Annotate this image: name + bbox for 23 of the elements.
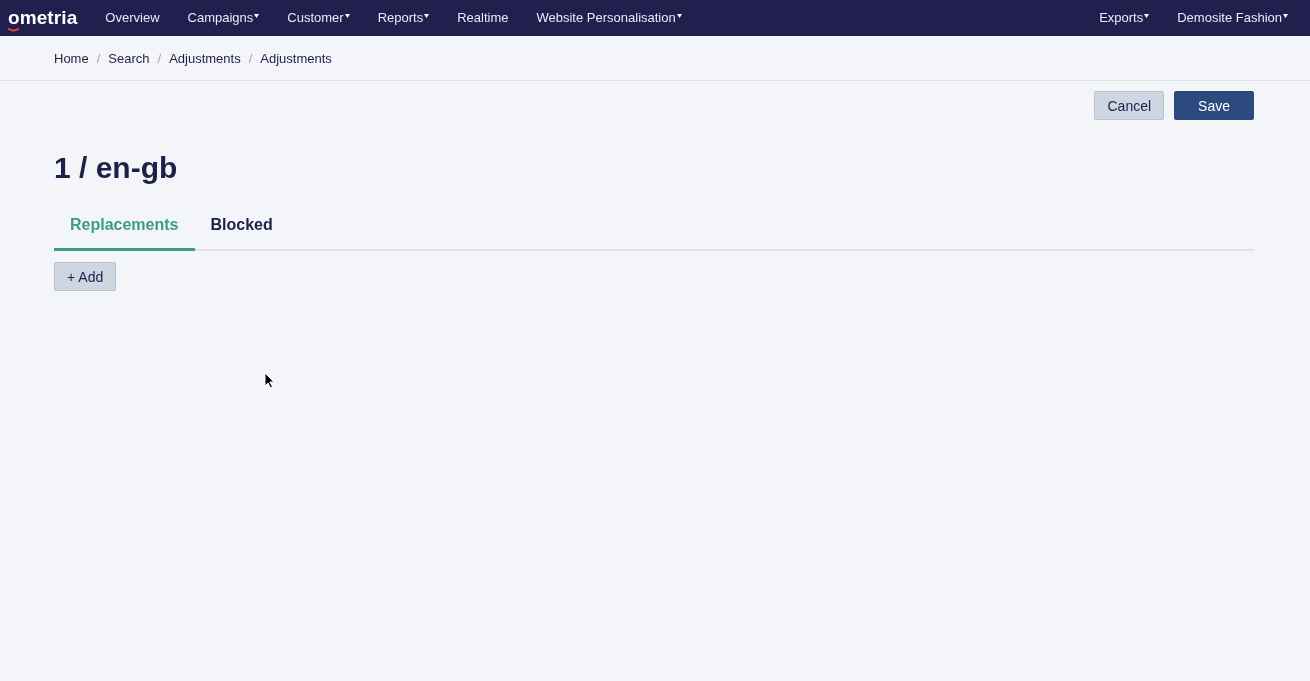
breadcrumb-separator: / (95, 50, 102, 66)
cancel-button[interactable]: Cancel (1094, 91, 1165, 120)
nav-menu-item[interactable]: Exports (1085, 0, 1164, 36)
breadcrumb-link[interactable]: Home (54, 50, 89, 66)
nav-menu-item[interactable]: Realtime (443, 0, 523, 36)
breadcrumb-link[interactable]: Adjustments (169, 50, 241, 66)
mouse-pointer-icon (264, 372, 275, 389)
add-button[interactable]: + Add (54, 262, 117, 291)
page-title: 1 / en-gb (54, 150, 178, 186)
nav-menu-item[interactable]: Overview (91, 0, 174, 36)
nav-menu-item[interactable]: Demosite Fashion (1163, 0, 1302, 36)
swoosh-icon (8, 28, 19, 32)
save-button[interactable]: Save (1174, 91, 1254, 120)
breadcrumb-separator: / (156, 50, 163, 66)
breadcrumb-link[interactable]: Search (108, 50, 150, 66)
nav-menu-item[interactable]: Campaigns (173, 0, 274, 36)
breadcrumb-link[interactable]: Adjustments (260, 50, 332, 66)
nav-menu-item[interactable]: Customer (273, 0, 364, 36)
nav-menu-item[interactable]: Reports (363, 0, 444, 36)
breadcrumb-separator: / (247, 50, 254, 66)
nav-menu-item[interactable]: Website Personalisation (522, 0, 696, 36)
logo[interactable]: ometria (8, 6, 78, 30)
tab[interactable]: Blocked (194, 202, 289, 251)
